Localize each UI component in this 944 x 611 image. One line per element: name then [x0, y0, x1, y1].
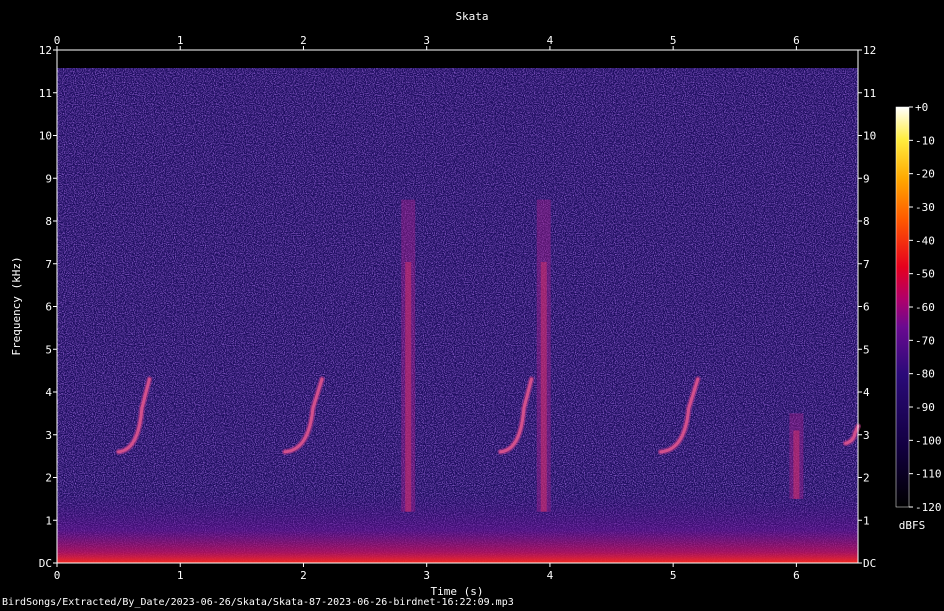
- colorbar-tick-label: -50: [915, 268, 935, 281]
- y-tick-label-right: 5: [863, 343, 870, 356]
- y-tick-label-left: 8: [45, 215, 52, 228]
- y-tick-label-left: DC: [39, 557, 52, 570]
- y-tick-label-right: 12: [863, 44, 876, 57]
- x-tick-label-top: 3: [423, 34, 430, 47]
- colorbar-tick-label: -20: [915, 168, 935, 181]
- colorbar-gradient: [895, 106, 910, 508]
- x-tick-label-top: 5: [670, 34, 677, 47]
- y-tick-label-right: DC: [863, 557, 876, 570]
- y-tick-label-left: 10: [39, 130, 52, 143]
- y-axis-right: DC123456789101112: [858, 44, 876, 570]
- y-tick-label-right: 10: [863, 130, 876, 143]
- x-tick-label-bottom: 3: [423, 569, 430, 582]
- y-tick-label-right: 4: [863, 386, 870, 399]
- colorbar-tick-label: -110: [915, 468, 942, 481]
- colorbar-label: dBFS: [899, 519, 926, 532]
- broadband-event-core: [405, 262, 412, 512]
- x-tick-label-top: 1: [177, 34, 184, 47]
- y-tick-label-left: 9: [45, 172, 52, 185]
- chart-title: Skata: [455, 10, 488, 23]
- y-tick-label-right: 2: [863, 472, 870, 485]
- y-tick-label-right: 8: [863, 215, 870, 228]
- y-tick-label-left: 3: [45, 429, 52, 442]
- x-tick-label-top: 6: [793, 34, 800, 47]
- y-tick-label-left: 2: [45, 472, 52, 485]
- y-tick-label-right: 3: [863, 429, 870, 442]
- spectrogram-noise: [57, 68, 858, 563]
- spectrogram-figure: Skata 0123456 0123456 DC123456789101112 …: [10, 10, 942, 598]
- colorbar-tick-label: -120: [915, 501, 942, 514]
- y-tick-label-left: 11: [39, 87, 52, 100]
- y-tick-label-right: 9: [863, 172, 870, 185]
- y-tick-label-right: 1: [863, 514, 870, 527]
- x-tick-label-bottom: 2: [300, 569, 307, 582]
- y-tick-label-left: 7: [45, 258, 52, 271]
- x-axis-bottom: 0 1 2 3 4 5 6: [54, 563, 800, 582]
- file-path-caption: BirdSongs/Extracted/By_Date/2023-06-26/S…: [2, 597, 514, 608]
- colorbar-tick-label: -30: [915, 201, 935, 214]
- colorbar-tick-label: -90: [915, 401, 935, 414]
- colorbar: +0 -10 -20 -30 -40 -50 -60 -70 -80 -90 -100 -110 -12…: [895, 101, 942, 532]
- x-tick-label-bottom: 4: [547, 569, 554, 582]
- spectrogram-upper-cutoff: [57, 50, 858, 68]
- x-tick-label-top: 0: [54, 34, 61, 47]
- colorbar-tick-label: -60: [915, 301, 935, 314]
- colorbar-tick-label: -40: [915, 234, 935, 247]
- y-tick-label-left: 6: [45, 301, 52, 314]
- x-tick-label-bottom: 6: [793, 569, 800, 582]
- spectrogram-plot: [56, 49, 861, 564]
- y-tick-label-left: 4: [45, 386, 52, 399]
- x-tick-label-top: 4: [547, 34, 554, 47]
- y-axis-left: DC123456789101112: [39, 44, 57, 570]
- y-tick-label-right: 11: [863, 87, 876, 100]
- low-frequency-band: [57, 490, 858, 563]
- x-tick-label-bottom: 0: [54, 569, 61, 582]
- x-axis-top: 0 1 2 3 4 5 6: [54, 34, 800, 50]
- y-tick-label-right: 7: [863, 258, 870, 271]
- x-tick-label-bottom: 1: [177, 569, 184, 582]
- x-tick-label-bottom: 5: [670, 569, 677, 582]
- y-axis-label: Frequency (kHz): [10, 256, 23, 355]
- colorbar-tick-label: +0: [915, 101, 928, 114]
- y-tick-label-right: 6: [863, 301, 870, 314]
- y-tick-label-left: 1: [45, 514, 52, 527]
- x-tick-label-top: 2: [300, 34, 307, 47]
- broadband-event-core: [793, 430, 800, 499]
- broadband-event-core: [540, 262, 547, 512]
- y-tick-label-left: 12: [39, 44, 52, 57]
- y-tick-label-left: 5: [45, 343, 52, 356]
- colorbar-tick-label: -70: [915, 334, 935, 347]
- colorbar-tick-label: -80: [915, 368, 935, 381]
- colorbar-tick-label: -100: [915, 434, 942, 447]
- colorbar-tick-label: -10: [915, 134, 935, 147]
